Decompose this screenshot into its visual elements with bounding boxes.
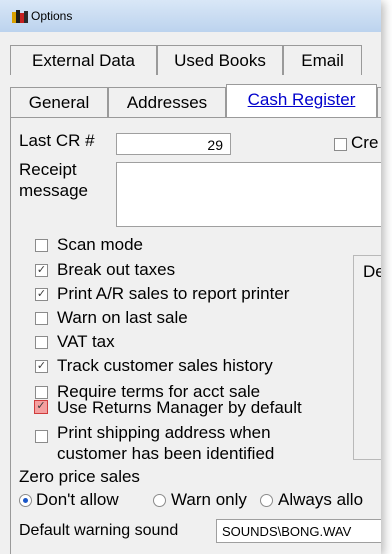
- tab-cash-register[interactable]: Cash Register: [226, 84, 377, 117]
- break-out-taxes-label: Break out taxes: [57, 260, 176, 279]
- warn-only-radio[interactable]: [153, 494, 166, 507]
- tab-general[interactable]: General: [10, 87, 108, 117]
- window-title: Options: [31, 9, 73, 23]
- print-ar-sales-checkbox[interactable]: [35, 288, 48, 301]
- app-books-icon: [12, 10, 28, 23]
- tab-label: Email: [301, 51, 344, 70]
- default-sound-value: SOUNDS\BONG.WAV: [222, 524, 352, 539]
- zero-price-label: Zero price sales: [19, 467, 140, 486]
- tab-label: General: [28, 93, 90, 112]
- warn-last-sale-checkbox[interactable]: [35, 312, 48, 325]
- warn-last-sale-label: Warn on last sale: [57, 308, 188, 327]
- last-cr-value: 29: [207, 137, 223, 153]
- print-shipping-checkbox[interactable]: [35, 430, 48, 443]
- tab-used-books[interactable]: Used Books: [157, 45, 283, 75]
- print-shipping-label-line1: Print shipping address when: [57, 423, 271, 442]
- track-sales-history-label: Track customer sales history: [57, 356, 273, 375]
- vat-tax-label: VAT tax: [57, 332, 115, 351]
- details-groupbox: De: [353, 255, 381, 460]
- create-checkbox[interactable]: [334, 138, 347, 151]
- warn-only-label: Warn only: [171, 490, 247, 509]
- tab-label: Addresses: [126, 93, 208, 112]
- tab-label: Used Books: [174, 51, 266, 70]
- print-shipping-label-line2: customer has been identified: [57, 444, 275, 463]
- title-bar: Options: [0, 0, 381, 32]
- always-allow-label: Always allo: [278, 490, 364, 509]
- always-allow-radio[interactable]: [260, 494, 273, 507]
- tab-label: Cash Register: [247, 90, 356, 109]
- receipt-label: Receipt: [19, 160, 77, 179]
- last-cr-input[interactable]: 29: [116, 133, 231, 155]
- receipt-message-textarea[interactable]: [116, 162, 381, 227]
- print-ar-sales-label: Print A/R sales to report printer: [57, 284, 290, 303]
- last-cr-label: Last CR #: [19, 131, 95, 150]
- tab-addresses[interactable]: Addresses: [108, 87, 226, 117]
- create-checkbox-label: Cre: [351, 133, 379, 152]
- break-out-taxes-checkbox[interactable]: [35, 264, 48, 277]
- receipt-label-line2: message: [19, 181, 88, 200]
- vat-tax-checkbox[interactable]: [35, 336, 48, 349]
- tab-email[interactable]: Email: [283, 45, 362, 75]
- tab-external-data[interactable]: External Data: [10, 45, 157, 75]
- track-sales-history-checkbox[interactable]: [35, 360, 48, 373]
- dont-allow-radio[interactable]: [19, 494, 32, 507]
- default-sound-input[interactable]: SOUNDS\BONG.WAV: [216, 519, 381, 543]
- tab-label: External Data: [32, 51, 135, 70]
- dont-allow-label: Don't allow: [36, 490, 119, 509]
- options-window: Options External Data Used Books Email G…: [0, 0, 381, 554]
- tab-next-partial[interactable]: [377, 87, 381, 118]
- scan-mode-label: Scan mode: [57, 235, 143, 254]
- default-sound-label: Default warning sound: [19, 522, 179, 539]
- returns-manager-label: Use Returns Manager by default: [57, 398, 302, 417]
- require-terms-checkbox[interactable]: [35, 386, 48, 399]
- scan-mode-checkbox[interactable]: [35, 239, 48, 252]
- groupbox-label: De: [363, 262, 381, 281]
- returns-manager-checkbox[interactable]: [34, 400, 48, 414]
